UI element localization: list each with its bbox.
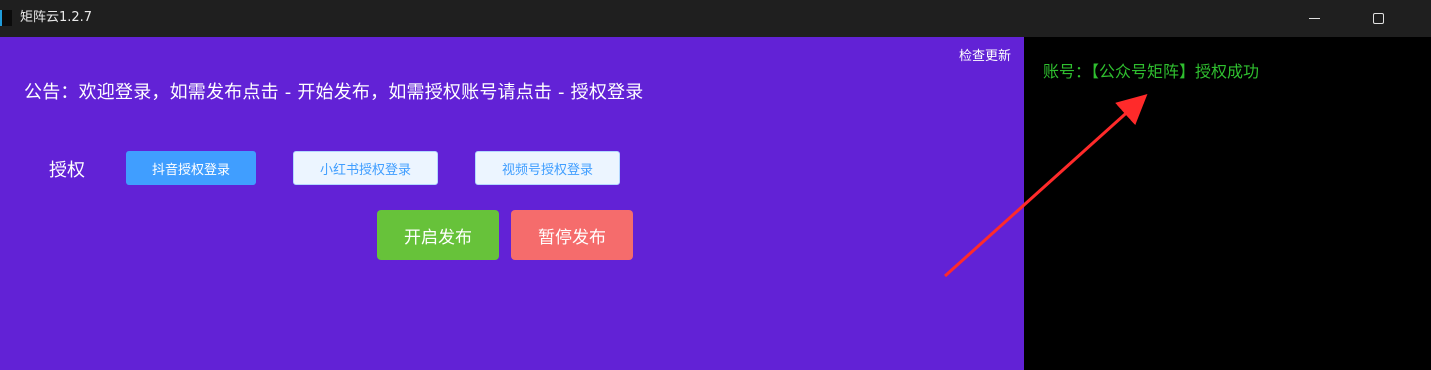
log-line: 账号：【公众号矩阵】授权成功 [1043, 62, 1260, 81]
start-publish-button[interactable]: 开启发布 [377, 210, 499, 260]
minimize-button[interactable] [1282, 0, 1346, 37]
check-update-link[interactable]: 检查更新 [959, 45, 1011, 64]
title-bar: 矩阵云1.2.7 [0, 0, 1431, 37]
douyin-auth-button[interactable]: 抖音授权登录 [126, 151, 256, 185]
pause-publish-button[interactable]: 暂停发布 [511, 210, 633, 260]
auth-label: 授权 [49, 160, 85, 181]
app-icon [0, 10, 12, 26]
announcement-text: 公告：欢迎登录，如需发布点击 - 开始发布，如需授权账号请点击 - 授权登录 [24, 82, 644, 103]
control-panel: 检查更新 公告：欢迎登录，如需发布点击 - 开始发布，如需授权账号请点击 - 授… [0, 37, 1024, 370]
window-title: 矩阵云1.2.7 [20, 10, 93, 25]
xiaohongshu-auth-button[interactable]: 小红书授权登录 [293, 151, 438, 185]
minimize-icon [1308, 18, 1320, 19]
shipinhao-auth-button[interactable]: 视频号授权登录 [475, 151, 620, 185]
maximize-icon [1372, 13, 1384, 24]
app-window: 矩阵云1.2.7 检查更新 公告：欢迎登录，如需发布点击 - 开始发布，如需授权… [0, 0, 1431, 370]
maximize-button[interactable] [1346, 0, 1410, 37]
log-panel: 账号：【公众号矩阵】授权成功 [1024, 37, 1431, 370]
